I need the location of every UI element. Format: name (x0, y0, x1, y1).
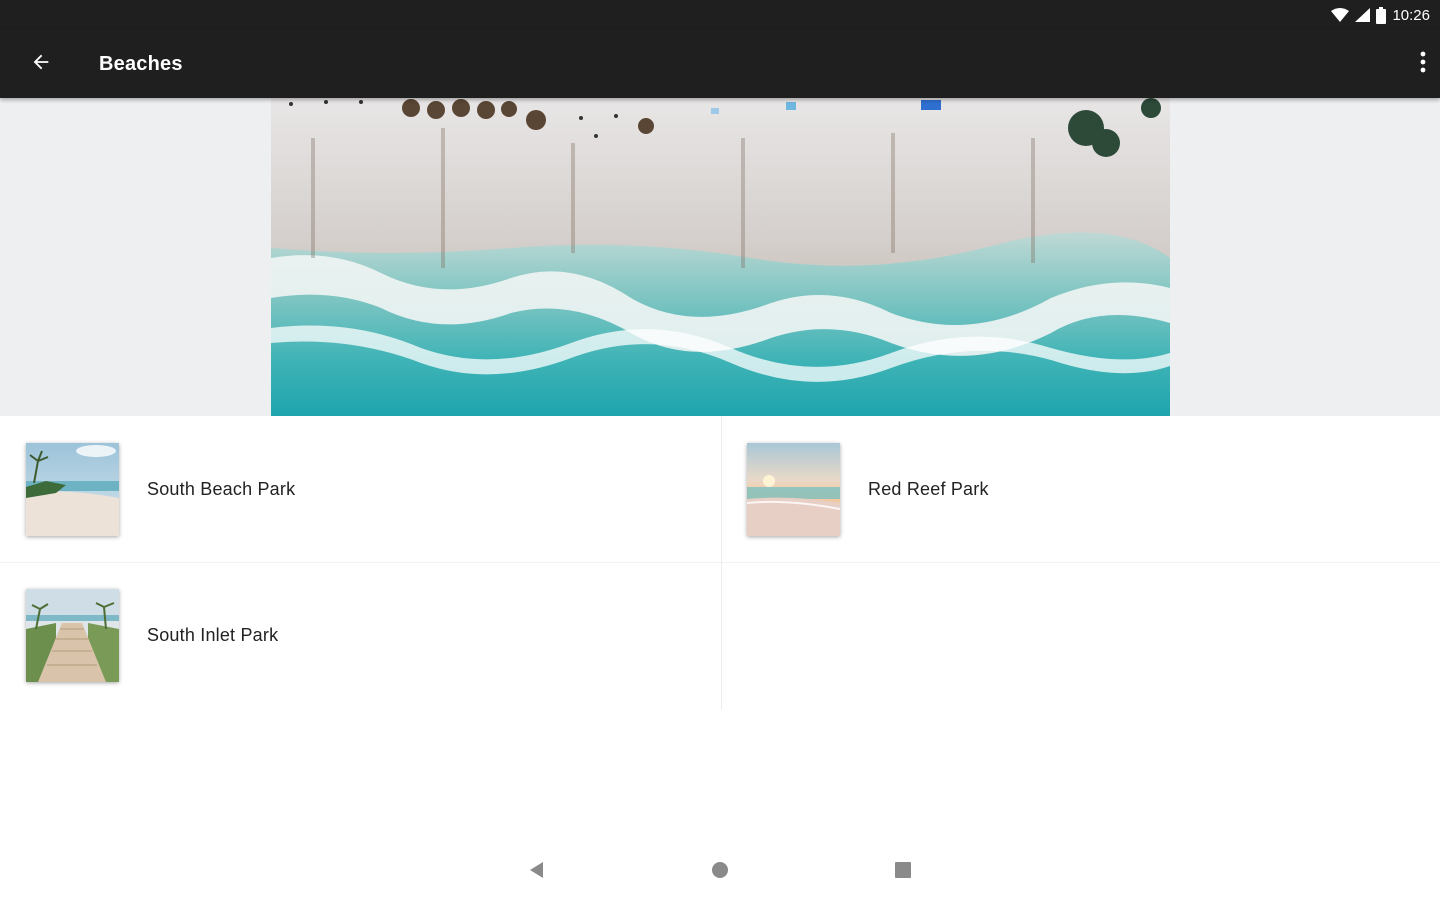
list-item[interactable]: Red Reef Park (722, 416, 1440, 562)
battery-icon (1376, 6, 1387, 24)
status-time: 10:26 (1392, 6, 1430, 24)
more-vert-icon (1420, 51, 1426, 78)
system-nav-bar (0, 840, 1440, 900)
wifi-icon (1331, 8, 1350, 22)
hero-section (0, 98, 1440, 416)
hero-image (271, 98, 1170, 416)
place-name: South Inlet Park (147, 624, 279, 645)
cell-signal-icon (1355, 8, 1371, 22)
column-divider (721, 416, 722, 710)
nav-home-button[interactable] (708, 860, 732, 884)
nav-back-button[interactable] (525, 860, 549, 884)
row-divider (0, 562, 1440, 563)
page-title: Beaches (99, 52, 183, 75)
list-item[interactable]: South Beach Park (0, 416, 720, 562)
nav-recents-icon (894, 861, 912, 884)
app-bar: Beaches (0, 30, 1440, 98)
back-button[interactable] (13, 36, 69, 92)
nav-home-icon (711, 861, 729, 884)
list-item[interactable]: South Inlet Park (0, 562, 720, 708)
nav-recents-button[interactable] (891, 860, 915, 884)
place-thumbnail (747, 442, 840, 536)
nav-back-icon (528, 861, 546, 884)
places-grid: South Beach Park Red Reef Park South Inl… (0, 416, 1440, 716)
place-name: Red Reef Park (868, 478, 989, 499)
overflow-menu-button[interactable] (1370, 36, 1426, 92)
place-name: South Beach Park (147, 478, 296, 499)
place-thumbnail (26, 442, 119, 536)
arrow-back-icon (30, 51, 52, 78)
status-bar: 10:26 (0, 0, 1440, 30)
place-thumbnail (26, 588, 119, 682)
